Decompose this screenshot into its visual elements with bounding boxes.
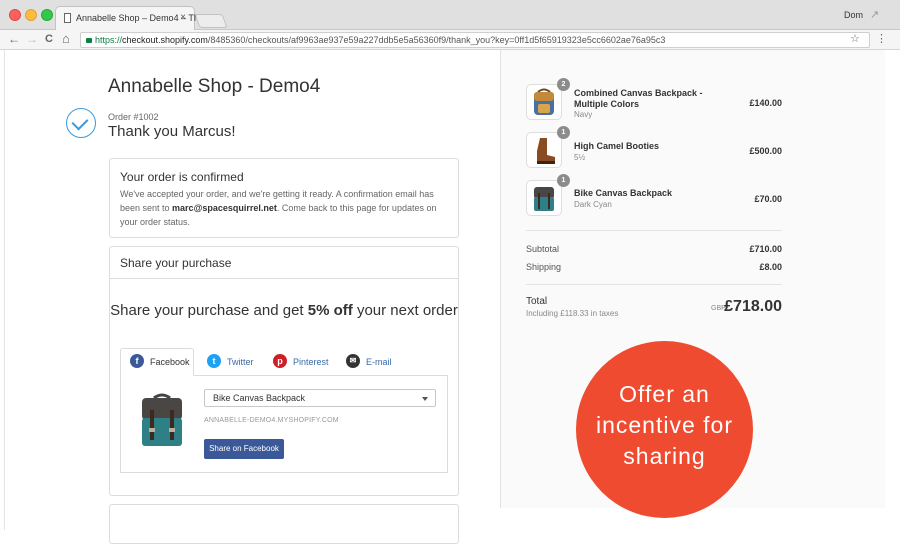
- share-divider: [110, 278, 458, 279]
- browser-tab[interactable]: Annabelle Shop – Demo4 – Th ×: [55, 6, 199, 30]
- quantity-badge: 1: [557, 126, 570, 139]
- tab-close-icon[interactable]: ×: [180, 12, 186, 23]
- page-edge: [0, 50, 5, 530]
- product-thumbnail: [526, 180, 562, 216]
- incentive-callout: Offer an incentive for sharing: [576, 341, 753, 518]
- window-zoom-button[interactable]: [41, 9, 53, 21]
- chevron-down-icon: [422, 397, 428, 401]
- shop-name[interactable]: Annabelle Shop - Demo4: [108, 76, 320, 98]
- discount-amount: 5% off: [307, 302, 353, 319]
- confirmation-title: Your order is confirmed: [120, 170, 244, 184]
- product-name: High Camel Booties: [574, 141, 660, 151]
- product-variant: Dark Cyan: [574, 200, 612, 209]
- profile-name[interactable]: Dom: [844, 10, 863, 20]
- product-thumbnail: [526, 84, 562, 120]
- subtotal-label: Subtotal: [526, 244, 560, 254]
- taxes-note: Including £118.33 in taxes: [526, 309, 619, 318]
- share-on-facebook-button[interactable]: Share on Facebook: [204, 439, 284, 459]
- fullscreen-icon[interactable]: ↗: [870, 8, 879, 21]
- total-label: Total: [526, 296, 548, 307]
- browser-menu-icon[interactable]: ⋮: [876, 32, 887, 45]
- share-product-image: [138, 392, 186, 448]
- callout-line-1: Offer an: [619, 381, 710, 407]
- product-price: £500.00: [749, 146, 782, 156]
- tab-pinterest[interactable]: Pinterest: [293, 357, 329, 367]
- share-section-title: Share your purchase: [120, 256, 232, 270]
- tab-email[interactable]: E-mail: [366, 357, 392, 367]
- address-bar[interactable]: https://checkout.shopify.com/8485360/che…: [80, 32, 870, 48]
- thank-you-heading: Thank you Marcus!: [108, 123, 236, 140]
- reload-icon[interactable]: C: [45, 33, 53, 45]
- product-variant: Navy: [574, 110, 593, 119]
- share-headline: Share your purchase and get 5% off your …: [110, 302, 458, 319]
- window-minimize-button[interactable]: [25, 9, 37, 21]
- home-icon[interactable]: ⌂: [62, 31, 70, 46]
- confirmation-text: We've accepted your order, and we're get…: [120, 187, 450, 229]
- callout-line-3: sharing: [623, 443, 706, 469]
- quantity-badge: 2: [557, 78, 570, 91]
- subtotal-value: £710.00: [749, 244, 782, 254]
- lock-icon: [86, 38, 92, 43]
- quantity-badge: 1: [557, 174, 570, 187]
- headline-end: your next order: [352, 302, 458, 319]
- new-tab-button[interactable]: [194, 14, 228, 28]
- checkmark-icon: [66, 108, 96, 138]
- summary-divider: [526, 230, 782, 231]
- summary-divider: [526, 284, 782, 285]
- product-name: Combined Canvas Backpack - Multiple Colo…: [574, 88, 703, 109]
- facebook-icon: f: [130, 354, 144, 368]
- back-icon[interactable]: ←: [8, 32, 20, 46]
- shipping-value: £8.00: [759, 262, 782, 272]
- url-host: checkout.shopify.com: [122, 35, 208, 45]
- pinterest-icon[interactable]: p: [273, 354, 287, 368]
- url-scheme: https://: [95, 35, 123, 45]
- window-close-button[interactable]: [9, 9, 21, 21]
- product-price: £70.00: [754, 194, 782, 204]
- forward-icon[interactable]: →: [26, 32, 38, 46]
- tab-twitter[interactable]: Twitter: [227, 357, 254, 367]
- store-url: ANNABELLE-DEMO4.MYSHOPIFY.COM: [204, 417, 339, 424]
- product-thumbnail: [526, 132, 562, 168]
- shipping-label: Shipping: [526, 262, 562, 272]
- url-path: /8485360/checkouts/af9963ae937e59a227ddb…: [207, 35, 666, 45]
- tab-facebook-label[interactable]: Facebook: [150, 357, 190, 367]
- twitter-icon[interactable]: t: [207, 354, 221, 368]
- total-value: £718.00: [724, 298, 782, 315]
- next-section-box: [109, 504, 459, 544]
- email-icon[interactable]: ✉: [346, 354, 360, 368]
- callout-line-2: incentive for: [595, 412, 733, 438]
- bookmark-star-icon[interactable]: ☆: [850, 32, 860, 45]
- product-select[interactable]: Bike Canvas Backpack: [204, 389, 436, 407]
- product-name: Bike Canvas Backpack: [574, 188, 673, 198]
- order-number: Order #1002: [108, 112, 159, 122]
- customer-email: marc@spacesquirrel.net: [172, 203, 277, 213]
- headline-start: Share your purchase and get: [110, 302, 308, 319]
- product-variant: 5½: [574, 153, 586, 162]
- product-price: £140.00: [749, 98, 782, 108]
- product-select-value: Bike Canvas Backpack: [213, 393, 306, 403]
- page-icon: [64, 13, 71, 23]
